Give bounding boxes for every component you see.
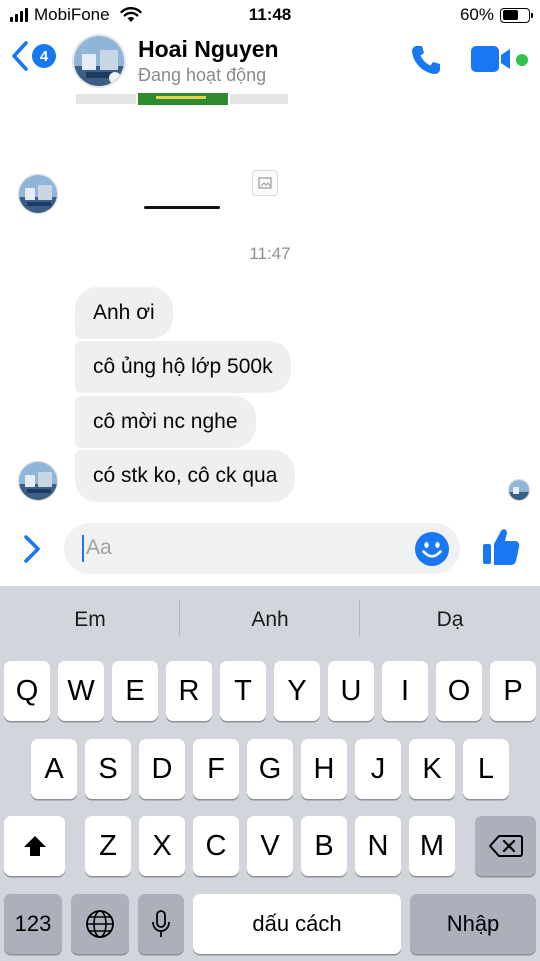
avatar-image (19, 175, 57, 213)
key-i[interactable]: I (382, 661, 428, 721)
battery-percent: 60% (459, 5, 494, 24)
key-k[interactable]: K (409, 739, 455, 799)
online-indicator (516, 54, 528, 66)
chat-timestamp: 11:47 (249, 244, 291, 263)
numbers-key-label: 123 (14, 911, 52, 936)
avatar-image (19, 462, 57, 500)
key-n[interactable]: N (355, 816, 401, 876)
message-bubble[interactable]: Anh ơi (75, 287, 173, 339)
battery-fill (502, 10, 518, 20)
key-b[interactable]: B (301, 816, 347, 876)
microphone-icon (152, 910, 170, 937)
contact-name[interactable]: Hoai Nguyen (138, 36, 279, 63)
backspace-key[interactable] (475, 816, 536, 876)
active-status: Đang hoạt động (138, 65, 267, 85)
expand-actions-button[interactable] (20, 532, 44, 571)
unread-badge: 4 (32, 44, 56, 68)
back-chevron-icon (12, 41, 28, 71)
key-g[interactable]: G (247, 739, 293, 799)
status-right: 60% (459, 5, 533, 25)
key-o[interactable]: O (436, 661, 482, 721)
video-camera-icon (471, 46, 510, 72)
emoji-icon (415, 532, 449, 566)
attachment-placeholder[interactable] (252, 170, 278, 196)
globe-key[interactable] (71, 894, 129, 954)
emoji-button[interactable] (414, 531, 450, 572)
key-q[interactable]: Q (4, 661, 50, 721)
conversation-header: 4 Hoai Nguyen Đang hoạt động (0, 30, 540, 92)
key-m[interactable]: M (409, 816, 455, 876)
message-bubble[interactable]: cô ủng hộ lớp 500k (75, 341, 291, 393)
avatar-image (509, 480, 529, 500)
key-c[interactable]: C (193, 816, 239, 876)
voice-call-button[interactable] (408, 42, 444, 83)
return-key[interactable]: Nhập (410, 894, 536, 954)
prediction-suggestion[interactable]: Dạ (360, 600, 540, 640)
video-call-button[interactable] (470, 44, 514, 79)
space-key[interactable]: dấu cách (193, 894, 401, 954)
key-d[interactable]: D (139, 739, 185, 799)
dictation-key[interactable] (138, 894, 184, 954)
backspace-icon (488, 835, 523, 857)
status-bar: MobiFone 11:48 60% (0, 0, 540, 30)
battery-icon (500, 7, 533, 23)
key-a[interactable]: A (31, 739, 77, 799)
like-button[interactable] (481, 526, 521, 573)
message-bubble[interactable]: có stk ko, cô ck qua (75, 450, 296, 502)
key-r[interactable]: R (166, 661, 212, 721)
shift-key[interactable] (4, 816, 65, 876)
key-w[interactable]: W (58, 661, 104, 721)
input-placeholder: Aa (86, 536, 112, 559)
key-l[interactable]: L (463, 739, 509, 799)
key-y[interactable]: Y (274, 661, 320, 721)
back-button[interactable]: 4 (10, 40, 56, 72)
globe-icon (86, 910, 114, 938)
chevron-right-icon (24, 535, 40, 563)
message-bubble[interactable]: cô mời nc nghe (75, 396, 256, 448)
prediction-suggestion[interactable]: Em (0, 600, 180, 640)
key-h[interactable]: H (301, 739, 347, 799)
key-x[interactable]: X (139, 816, 185, 876)
keyboard: Em Anh Dạ Q W E R T Y U I O P A S D F G … (0, 586, 540, 961)
prediction-suggestion[interactable]: Anh (180, 600, 360, 640)
message-input[interactable]: Aa (64, 523, 460, 574)
key-v[interactable]: V (247, 816, 293, 876)
image-placeholder-icon (258, 177, 272, 189)
key-e[interactable]: E (112, 661, 158, 721)
shared-media-strip (76, 93, 288, 105)
key-u[interactable]: U (328, 661, 374, 721)
message-composer: Aa (0, 520, 540, 582)
avatar-image (74, 36, 124, 86)
key-s[interactable]: S (85, 739, 131, 799)
space-key-label: dấu cách (252, 911, 342, 936)
key-t[interactable]: T (220, 661, 266, 721)
return-key-label: Nhập (446, 911, 500, 936)
numbers-key[interactable]: 123 (4, 894, 62, 954)
key-z[interactable]: Z (85, 816, 131, 876)
sender-avatar[interactable] (18, 461, 58, 501)
thumbs-up-icon (483, 529, 520, 565)
text-caret (82, 535, 84, 562)
predictive-bar: Em Anh Dạ (0, 586, 540, 656)
key-p[interactable]: P (490, 661, 536, 721)
shift-icon (23, 836, 46, 856)
key-f[interactable]: F (193, 739, 239, 799)
seen-receipt-avatar (508, 479, 530, 501)
key-j[interactable]: J (355, 739, 401, 799)
contact-avatar[interactable] (72, 34, 126, 88)
sender-avatar-top[interactable] (18, 174, 58, 214)
phone-icon (412, 46, 440, 74)
message-line (144, 206, 220, 209)
